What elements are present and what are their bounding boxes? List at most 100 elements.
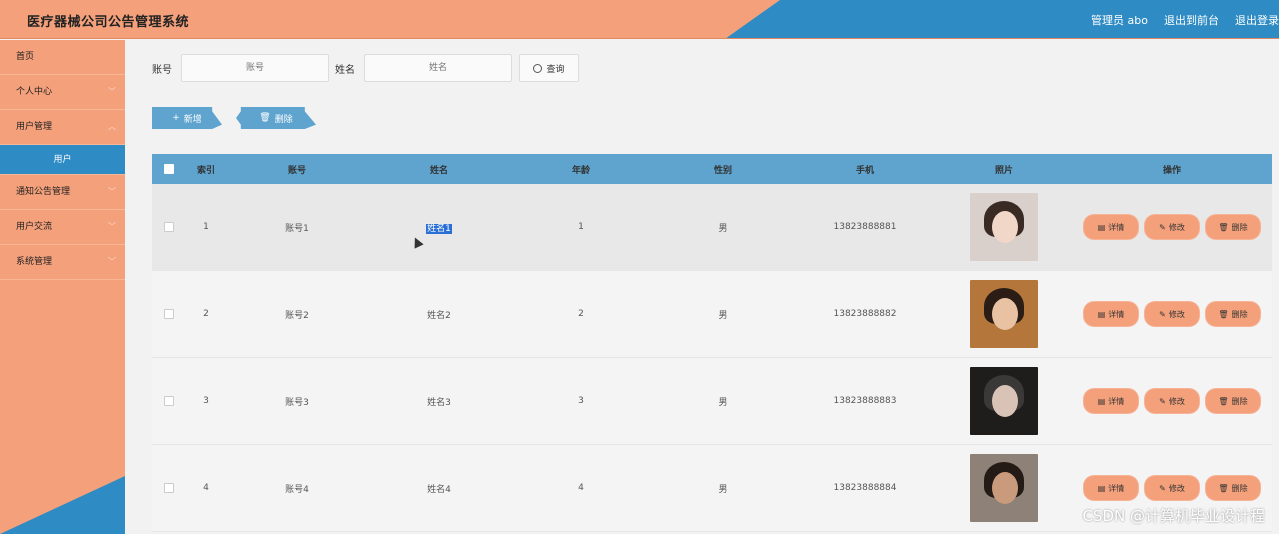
user-photo [970,193,1038,261]
delete-button-label: 删除 [274,114,293,125]
pencil-icon: ✎ [1159,222,1166,232]
cell-sex: 男 [718,484,728,495]
sidebar-item-label: 通知公告管理 [16,187,71,197]
sidebar-subitem-user[interactable]: 用户 [0,145,125,175]
add-button[interactable]: + 新增 [152,107,222,129]
selected-text: 姓名1 [426,223,452,234]
detail-label: 详情 [1108,309,1125,319]
search-icon [533,63,543,73]
delete-label: 删除 [1231,483,1248,493]
row-checkbox[interactable] [164,483,174,493]
sidebar-accent [0,476,125,534]
cell-account: 账号1 [285,223,309,234]
user-photo [970,454,1038,522]
exit-to-front-link[interactable]: 退出到前台 [1164,12,1219,28]
row-checkbox[interactable] [164,222,174,232]
trash-icon: 🗑 [1218,222,1229,232]
table-row[interactable]: 2 账号2 姓名2 2 男 13823888882 ▤ 详情 ✎ 修改 🗑 删除 [152,271,1272,358]
col-name: 姓名 [429,165,448,176]
cell-phone: 13823888883 [833,396,897,406]
document-icon: ▤ [1097,483,1106,493]
delete-button[interactable]: 🗑 删除 [1206,389,1260,413]
chevron-down-icon: ﹀ [108,257,116,266]
name-search-input[interactable] [364,54,512,82]
sidebar-item-user-exchange[interactable]: 用户交流 ﹀ [0,210,125,245]
edit-button[interactable]: ✎ 修改 [1145,476,1199,500]
batch-delete-button[interactable]: 🗑 删除 [236,107,316,129]
table-header: 索引 账号 姓名 年龄 性别 手机 照片 操作 [152,154,1272,184]
edit-button[interactable]: ✎ 修改 [1145,389,1199,413]
col-account: 账号 [287,165,306,176]
detail-button[interactable]: ▤ 详情 [1084,476,1138,500]
cell-phone: 13823888882 [833,309,897,319]
account-search-input[interactable] [181,54,329,82]
document-icon: ▤ [1097,222,1106,232]
user-photo [970,280,1038,348]
chevron-down-icon: ﹀ [108,222,116,231]
cell-age: 1 [578,222,584,232]
row-checkbox[interactable] [164,309,174,319]
user-table: 索引 账号 姓名 年龄 性别 手机 照片 操作 1 账号1 姓名1 1 男 13… [152,154,1272,532]
cell-age: 4 [578,483,584,493]
cell-phone: 13823888881 [833,222,897,232]
main-content: 账号 姓名 查询 + 新增 🗑 删除 索引 账号 姓名 年龄 性别 手机 照片 [125,40,1279,534]
col-actions: 操作 [1162,165,1181,176]
detail-button[interactable]: ▤ 详情 [1084,389,1138,413]
logout-link[interactable]: 退出登录 [1235,12,1279,28]
top-header: 医疗器械公司公告管理系统 管理员 abo 退出到前台 退出登录 [0,0,1279,39]
cell-name: 姓名3 [427,397,451,408]
sidebar-item-label: 个人中心 [16,87,53,97]
col-phone: 手机 [855,165,874,176]
delete-label: 删除 [1231,222,1248,232]
edit-label: 修改 [1168,309,1185,319]
edit-label: 修改 [1168,396,1185,406]
admin-name[interactable]: 管理员 abo [1091,12,1148,28]
cell-account: 账号3 [285,397,309,408]
table-row[interactable]: 1 账号1 姓名1 1 男 13823888881 ▤ 详情 ✎ 修改 🗑 删除 [152,184,1272,271]
document-icon: ▤ [1097,396,1106,406]
sidebar-item-user-management[interactable]: 用户管理 ︿ [0,110,125,145]
sidebar-item-label: 用户交流 [16,222,53,232]
sidebar: 首页 个人中心 ﹀ 用户管理 ︿ 用户 通知公告管理 ﹀ 用户交流 ﹀ 系统管理 ﹀ [0,40,125,534]
name-label: 姓名 [335,64,355,76]
sidebar-item-personal-center[interactable]: 个人中心 ﹀ [0,75,125,110]
detail-label: 详情 [1108,483,1125,493]
detail-button[interactable]: ▤ 详情 [1084,215,1138,239]
chevron-down-icon: ﹀ [108,187,116,196]
sidebar-item-notice-management[interactable]: 通知公告管理 ﹀ [0,175,125,210]
watermark: CSDN @计算机毕业设计程 [1082,507,1265,525]
edit-button[interactable]: ✎ 修改 [1145,302,1199,326]
cell-age: 2 [578,309,584,319]
delete-button[interactable]: 🗑 删除 [1206,302,1260,326]
trash-icon: 🗑 [1218,309,1229,319]
trash-icon: 🗑 [259,113,271,123]
sidebar-item-home[interactable]: 首页 [0,40,125,75]
delete-button[interactable]: 🗑 删除 [1206,476,1260,500]
sidebar-item-system-management[interactable]: 系统管理 ﹀ [0,245,125,280]
table-row[interactable]: 3 账号3 姓名3 3 男 13823888883 ▤ 详情 ✎ 修改 🗑 删除 [152,358,1272,445]
search-button[interactable]: 查询 [519,54,579,82]
row-checkbox[interactable] [164,396,174,406]
user-photo [970,367,1038,435]
edit-button[interactable]: ✎ 修改 [1145,215,1199,239]
cell-phone: 13823888884 [833,483,897,493]
pencil-icon: ✎ [1159,309,1166,319]
edit-label: 修改 [1168,222,1185,232]
action-toolbar: + 新增 🗑 删除 [152,107,316,129]
detail-button[interactable]: ▤ 详情 [1084,302,1138,326]
search-bar: 账号 姓名 查询 [152,54,579,82]
pencil-icon: ✎ [1159,483,1166,493]
sidebar-item-label: 系统管理 [16,257,53,267]
select-all-checkbox[interactable] [164,164,174,174]
trash-icon: 🗑 [1218,396,1229,406]
col-sex: 性别 [713,165,732,176]
detail-label: 详情 [1108,222,1125,232]
account-label: 账号 [152,64,172,76]
search-button-label: 查询 [546,64,565,75]
cell-name: 姓名2 [427,310,451,321]
sidebar-item-label: 用户管理 [16,122,53,132]
edit-label: 修改 [1168,483,1185,493]
col-photo: 照片 [994,165,1013,176]
delete-button[interactable]: 🗑 删除 [1206,215,1260,239]
cell-account: 账号4 [285,484,309,495]
